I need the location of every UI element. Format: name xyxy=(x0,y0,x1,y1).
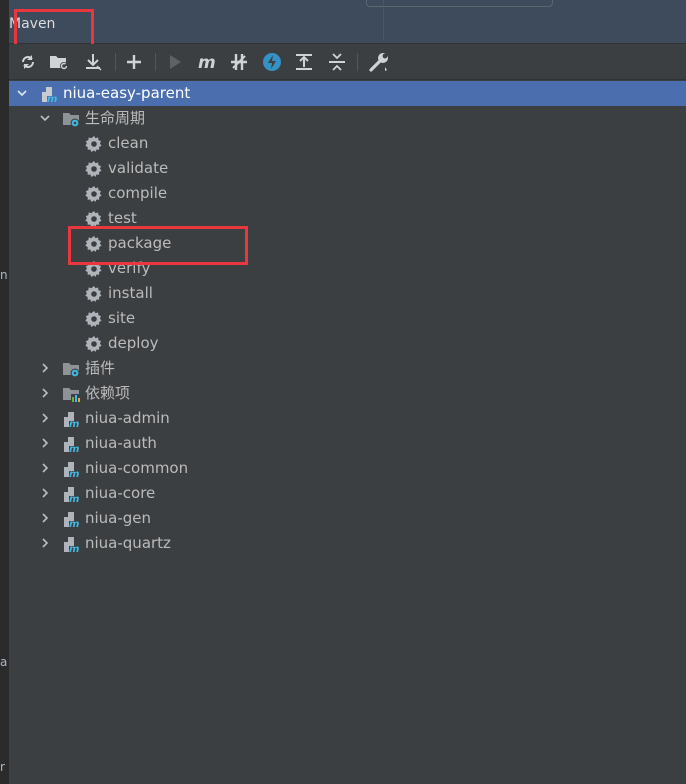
tree-node-goal-install[interactable]: install xyxy=(9,281,686,306)
maven-module-icon: m xyxy=(64,537,79,553)
maven-module-icon: m xyxy=(64,437,79,453)
maven-module-icon: m xyxy=(64,462,79,478)
maven-toolbar: m xyxy=(9,44,686,80)
skip-tests-icon[interactable] xyxy=(260,50,284,74)
gutter-text: r xyxy=(0,760,5,774)
tree-node-label: deploy xyxy=(108,334,159,352)
tree-node-goal-deploy[interactable]: deploy xyxy=(9,331,686,356)
folder-gear-icon xyxy=(63,113,80,128)
tree-node-label: 插件 xyxy=(85,359,116,377)
tree-node-label: niua-common xyxy=(85,459,189,477)
tree-node-label: niua-quartz xyxy=(85,534,171,552)
tree-node-label: site xyxy=(108,309,136,327)
tree-node-label: niua-gen xyxy=(85,509,152,527)
svg-text:m: m xyxy=(198,53,216,71)
tree-node-module-niua-admin[interactable]: m niua-admin xyxy=(9,406,686,431)
settings-icon[interactable] xyxy=(367,50,391,74)
maven-module-icon: m xyxy=(64,487,79,503)
add-maven-project-icon[interactable] xyxy=(122,50,146,74)
tree-node-module-niua-common[interactable]: m niua-common xyxy=(9,456,686,481)
tool-window-header xyxy=(9,0,686,44)
chevron-down-icon[interactable] xyxy=(17,88,27,98)
maven-module-icon: m xyxy=(64,512,79,528)
tree-node-module-niua-core[interactable]: m niua-core xyxy=(9,481,686,506)
gutter-text: a xyxy=(0,655,8,669)
chevron-right-icon[interactable] xyxy=(40,513,50,523)
tree-node-root-project[interactable]: m niua-easy-parent xyxy=(9,81,686,106)
tree-node-label: niua-auth xyxy=(85,434,157,452)
svg-text:m: m xyxy=(69,469,79,478)
tree-node-label: niua-admin xyxy=(85,409,170,427)
tree-node-goal-validate[interactable]: validate xyxy=(9,156,686,181)
tree-node-module-niua-quartz[interactable]: m niua-quartz xyxy=(9,531,686,556)
chevron-right-icon[interactable] xyxy=(40,463,50,473)
tree-node-dependencies[interactable]: 依赖项 xyxy=(9,381,686,406)
maven-module-icon: m xyxy=(64,412,79,428)
tree-node-label: compile xyxy=(108,184,168,202)
chevron-right-icon[interactable] xyxy=(40,538,50,548)
chevron-right-icon[interactable] xyxy=(40,438,50,448)
gear-icon xyxy=(85,186,102,202)
tree-node-label: 依赖项 xyxy=(85,384,131,402)
chevron-down-icon[interactable] xyxy=(40,113,50,123)
tree-node-goal-site[interactable]: site xyxy=(9,306,686,331)
toggle-offline-icon[interactable] xyxy=(227,50,251,74)
tree-node-plugins[interactable]: 插件 xyxy=(9,356,686,381)
highlight-box-package xyxy=(68,226,248,265)
show-dependencies-icon[interactable] xyxy=(292,50,316,74)
chevron-right-icon[interactable] xyxy=(40,488,50,498)
tree-node-label: 生命周期 xyxy=(85,109,146,127)
tree-node-module-niua-auth[interactable]: m niua-auth xyxy=(9,431,686,456)
gear-icon xyxy=(85,311,102,327)
gutter-text: n xyxy=(0,268,8,282)
editor-gutter-strip: n a r xyxy=(0,0,9,784)
svg-text:m: m xyxy=(69,494,79,503)
run-icon[interactable] xyxy=(163,50,187,74)
gear-icon xyxy=(85,161,102,177)
tree-node-label: install xyxy=(108,284,153,302)
svg-text:m: m xyxy=(47,94,57,103)
toolbar-separator xyxy=(115,53,116,71)
reload-all-icon[interactable] xyxy=(16,50,40,74)
svg-text:m: m xyxy=(69,519,79,528)
chevron-right-icon[interactable] xyxy=(40,388,50,398)
tree-node-label: niua-core xyxy=(85,484,156,502)
execute-goal-icon[interactable]: m xyxy=(196,50,220,74)
tree-node-lifecycle[interactable]: 生命周期 xyxy=(9,106,686,131)
svg-text:m: m xyxy=(69,444,79,453)
tab-fragment xyxy=(366,0,553,7)
collapse-all-icon[interactable] xyxy=(325,50,349,74)
divider xyxy=(383,0,384,40)
toolbar-separator xyxy=(155,53,156,71)
tree-node-label: clean xyxy=(108,134,149,152)
tree-node-label: niua-easy-parent xyxy=(63,84,191,102)
tree-node-goal-compile[interactable]: compile xyxy=(9,181,686,206)
gear-icon xyxy=(85,286,102,302)
svg-text:m: m xyxy=(69,544,79,553)
folder-gear-icon xyxy=(63,363,80,378)
gear-icon xyxy=(85,136,102,152)
add-sources-icon[interactable] xyxy=(47,50,71,74)
download-icon[interactable] xyxy=(81,50,105,74)
highlight-box-title xyxy=(14,9,94,47)
chevron-right-icon[interactable] xyxy=(40,413,50,423)
folder-chart-icon xyxy=(63,388,80,403)
chevron-right-icon[interactable] xyxy=(40,363,50,373)
toolbar-separator xyxy=(357,53,358,71)
maven-module-icon: m xyxy=(42,87,57,103)
tree-node-label: validate xyxy=(108,159,169,177)
tree-node-module-niua-gen[interactable]: m niua-gen xyxy=(9,506,686,531)
gear-icon xyxy=(85,336,102,352)
tree-node-goal-clean[interactable]: clean xyxy=(9,131,686,156)
svg-text:m: m xyxy=(69,419,79,428)
